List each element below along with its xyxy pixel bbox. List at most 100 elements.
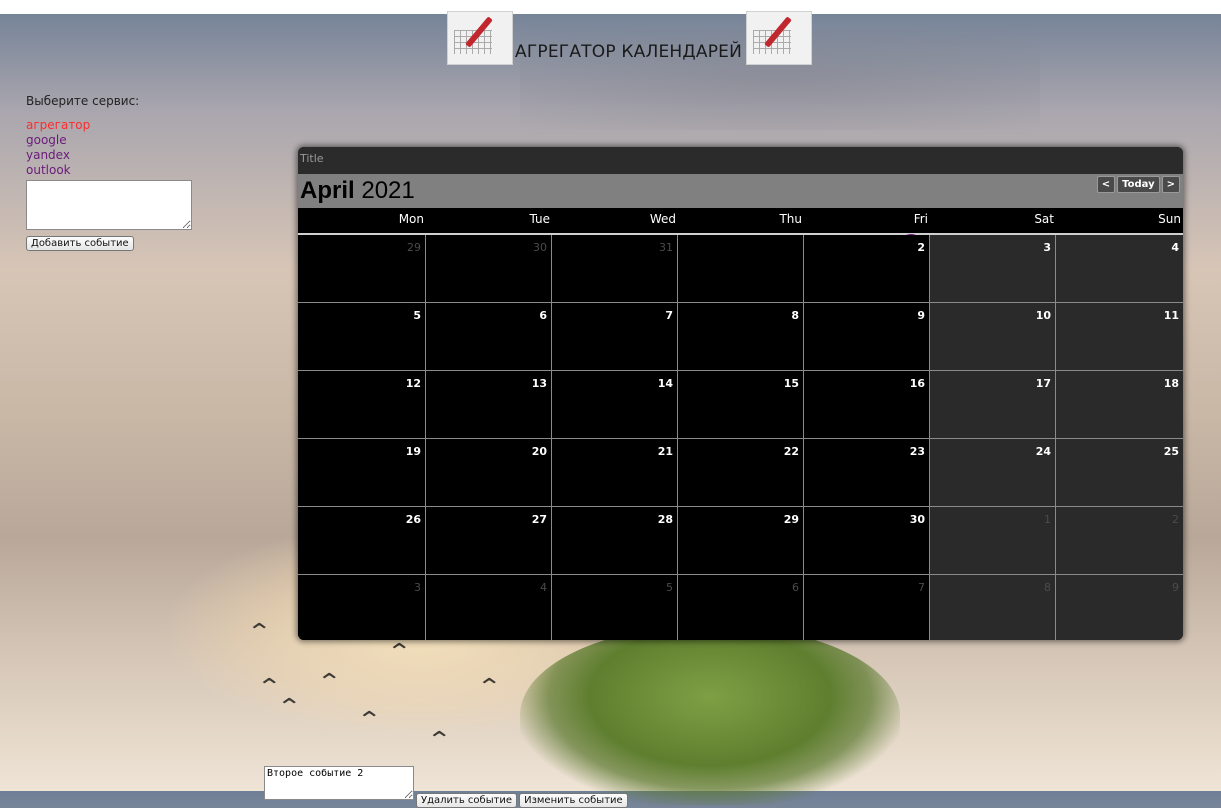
day-number: 29: [783, 513, 799, 526]
day-number: 30: [909, 513, 925, 526]
today-button[interactable]: Today: [1117, 176, 1160, 193]
prev-month-button[interactable]: <: [1096, 176, 1116, 193]
weekday-sun: Sun: [1158, 212, 1181, 226]
service-sidebar: Выберите сервис: агрегатор google yandex…: [26, 94, 192, 251]
top-band: [0, 0, 1221, 14]
year-label: 2021: [361, 177, 415, 204]
calendar-day-cell[interactable]: 25: [1056, 439, 1183, 506]
calendar-week-row: 19 20 21 22 23 24 25: [298, 439, 1183, 507]
calendar-day-cell[interactable]: 1: [930, 507, 1056, 574]
calendar-day-cell[interactable]: 26: [298, 507, 426, 574]
calendar-nav: < Today >: [1096, 176, 1180, 193]
day-number: 12: [405, 377, 421, 390]
delete-event-button[interactable]: Удалить событие: [416, 793, 518, 808]
calendar-day-cell[interactable]: 19: [298, 439, 426, 506]
service-link-aggregator[interactable]: агрегатор: [26, 118, 192, 133]
calendar-day-cell[interactable]: 30: [426, 235, 552, 302]
day-number: 11: [1163, 309, 1179, 322]
day-number: 19: [405, 445, 421, 458]
calendar-day-cell[interactable]: 6: [678, 575, 804, 640]
calendar-day-cell[interactable]: 4: [426, 575, 552, 640]
calendar-day-cell[interactable]: 8: [930, 575, 1056, 640]
calendar-day-cell[interactable]: 21: [552, 439, 678, 506]
day-number: 31: [659, 241, 673, 254]
page-title: АГРЕГАТОР КАЛЕНДАРЕЙ: [515, 42, 743, 62]
day-number: 9: [917, 309, 925, 322]
calendar-day-cell[interactable]: 14: [552, 371, 678, 438]
calendar-day-cell[interactable]: 11: [1056, 303, 1183, 370]
calendar-day-cell[interactable]: 3: [930, 235, 1056, 302]
calendar-day-cell[interactable]: 8: [678, 303, 804, 370]
calendar-day-cell[interactable]: 18: [1056, 371, 1183, 438]
day-number: 6: [792, 581, 799, 594]
calendar-day-cell[interactable]: 27: [426, 507, 552, 574]
event-editor: Удалить событие Изменить событие: [264, 766, 628, 808]
calendar-day-cell[interactable]: 30: [804, 507, 930, 574]
calendar-day-cell[interactable]: 9: [1056, 575, 1183, 640]
day-number: 14: [657, 377, 673, 390]
calendar-day-cell[interactable]: 3: [298, 575, 426, 640]
calendar-day-cell[interactable]: 20: [426, 439, 552, 506]
calendar-day-cell[interactable]: 2: [804, 235, 930, 302]
day-number: 9: [1172, 581, 1179, 594]
service-link-yandex[interactable]: yandex: [26, 148, 192, 163]
calendar-day-cell[interactable]: 12: [298, 371, 426, 438]
event-edit-textarea[interactable]: [264, 766, 414, 800]
add-event-button[interactable]: Добавить событие: [26, 236, 134, 251]
calendar-day-cell[interactable]: 1: [678, 234, 923, 302]
day-number: 7: [665, 309, 673, 322]
calendar-widget: Title April 2021 < Today > Mon Tue Wed T…: [298, 147, 1183, 640]
calendar-day-cell[interactable]: 31: [552, 235, 678, 302]
calendar-day-cell[interactable]: 24: [930, 439, 1056, 506]
calendar-week-row: 5 6 7 8 9 10 11: [298, 303, 1183, 371]
calendar-day-cell[interactable]: 15: [678, 371, 804, 438]
calendar-day-cell[interactable]: 22: [678, 439, 804, 506]
calendar-day-cell[interactable]: 13: [426, 371, 552, 438]
calendar-day-cell[interactable]: 6: [426, 303, 552, 370]
day-number: 1: [1044, 513, 1051, 526]
calendar-week-row: 3 4 5 6 7 8 9: [298, 575, 1183, 640]
day-number: 5: [666, 581, 673, 594]
calendar-day-cell[interactable]: 4: [1056, 235, 1183, 302]
calendar-day-cell[interactable]: 2: [1056, 507, 1183, 574]
day-number: 2: [917, 241, 925, 254]
calendar-day-cell[interactable]: 28: [552, 507, 678, 574]
day-number: 24: [1035, 445, 1051, 458]
calendar-day-cell[interactable]: 5: [298, 303, 426, 370]
calendar-week-row: 26 27 28 29 30 1 2: [298, 507, 1183, 575]
weekday-wed: Wed: [649, 212, 676, 226]
calendar-day-cell[interactable]: 10: [930, 303, 1056, 370]
calendar-week-row: 12 13 14 15 16 17 18: [298, 371, 1183, 439]
day-number: 21: [657, 445, 673, 458]
service-link-google[interactable]: google: [26, 133, 192, 148]
day-number: 2: [1172, 513, 1179, 526]
day-number: 28: [657, 513, 673, 526]
calendar-day-cell[interactable]: 7: [804, 575, 930, 640]
calendar-day-cell[interactable]: 29: [298, 235, 426, 302]
day-number: 30: [533, 241, 547, 254]
day-number: 6: [539, 309, 547, 322]
weekday-tue: Tue: [529, 212, 551, 226]
service-link-outlook[interactable]: outlook: [26, 163, 192, 178]
calendar-day-cell[interactable]: 7: [552, 303, 678, 370]
day-number: 4: [540, 581, 547, 594]
day-number: 16: [909, 377, 925, 390]
weekday-header-row: Mon Tue Wed Thu Fri Sat Sun: [298, 208, 1183, 235]
day-number: 8: [1044, 581, 1051, 594]
month-label: April: [300, 177, 355, 204]
calendar-day-cell[interactable]: 16: [804, 371, 930, 438]
calendar-day-cell[interactable]: 29: [678, 507, 804, 574]
day-number: 26: [405, 513, 421, 526]
day-number: 17: [1035, 377, 1051, 390]
new-event-textarea[interactable]: [26, 180, 192, 230]
weekday-fri: Fri: [913, 212, 928, 226]
calendar-day-cell[interactable]: 23: [804, 439, 930, 506]
day-number: 7: [918, 581, 925, 594]
next-month-button[interactable]: >: [1161, 176, 1180, 193]
calendar-day-cell[interactable]: 9: [804, 303, 930, 370]
calendar-day-cell[interactable]: 17: [930, 371, 1056, 438]
calendar-logo-icon: [746, 11, 813, 65]
calendar-day-cell[interactable]: 5: [552, 575, 678, 640]
background-birds: ⌃ ⌃ ⌃ ⌃ ⌃ ⌃ ⌃ ⌃: [246, 620, 503, 753]
edit-event-button[interactable]: Изменить событие: [519, 793, 628, 808]
